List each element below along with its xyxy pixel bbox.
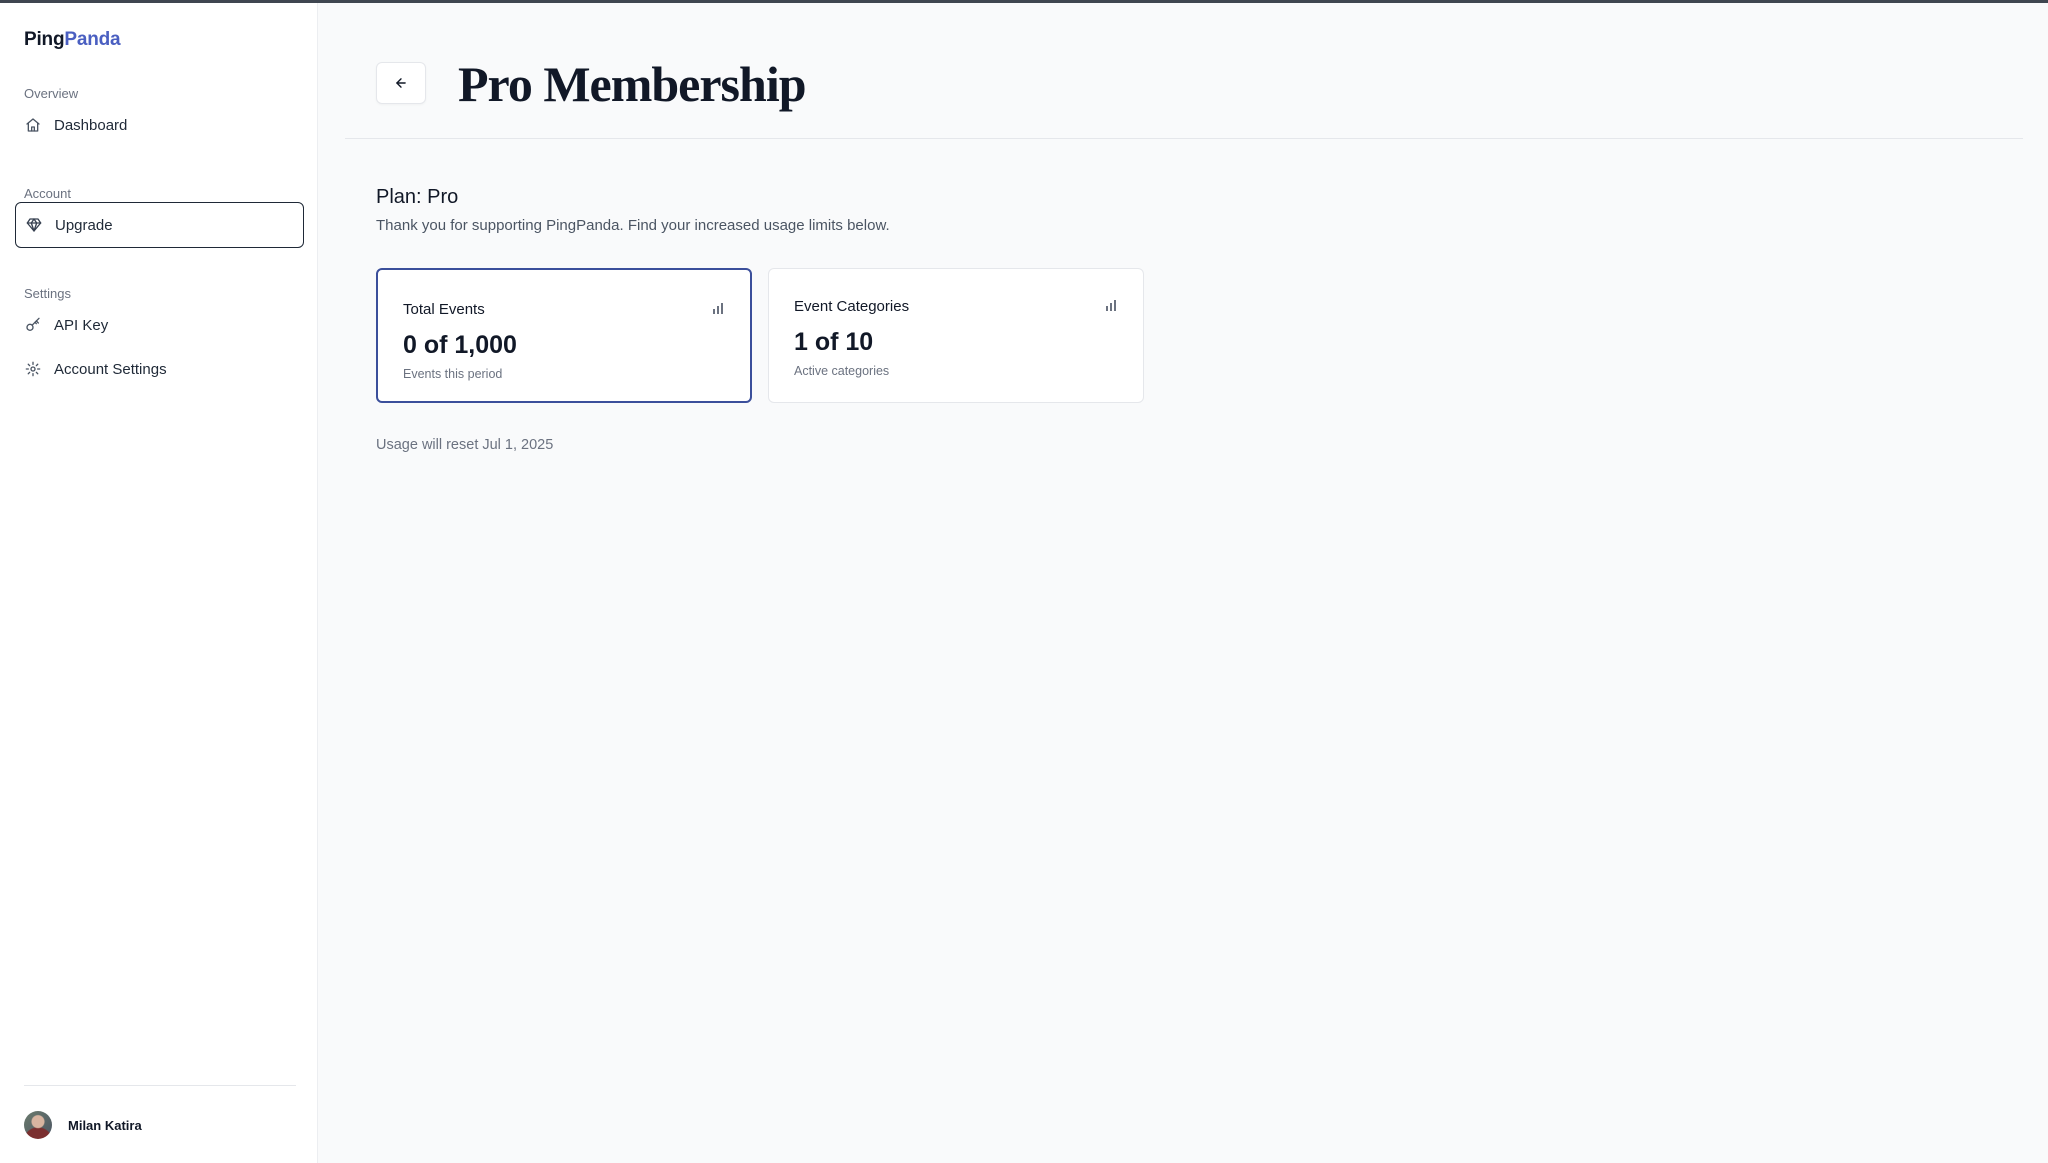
home-icon xyxy=(24,116,42,134)
usage-reset-text: Usage will reset Jul 1, 2025 xyxy=(376,437,554,453)
sidebar-item-label: API Key xyxy=(54,316,109,334)
plan-description: Thank you for supporting PingPanda. Find… xyxy=(376,217,890,234)
sidebar-item-label: Account Settings xyxy=(54,360,167,378)
usage-card-event-categories[interactable]: Event Categories 1 of 10 Active categori… xyxy=(768,268,1144,403)
brand-name-part2: Panda xyxy=(64,29,121,50)
sidebar: PingPanda Overview Dashboard Account Upg… xyxy=(0,3,318,1163)
arrow-left-icon xyxy=(396,78,406,88)
sidebar-item-api-key[interactable]: API Key xyxy=(15,302,304,348)
sidebar-item-dashboard[interactable]: Dashboard xyxy=(15,102,304,148)
card-title: Event Categories xyxy=(794,298,910,315)
gear-icon xyxy=(24,360,42,378)
gem-icon xyxy=(25,216,43,234)
brand-logo[interactable]: PingPanda xyxy=(24,29,121,51)
sidebar-item-label: Dashboard xyxy=(54,116,128,134)
section-label-settings: Settings xyxy=(24,286,71,301)
sidebar-item-upgrade[interactable]: Upgrade xyxy=(15,202,304,248)
sidebar-item-account-settings[interactable]: Account Settings xyxy=(15,346,304,392)
brand-name-part1: Ping xyxy=(24,29,65,50)
avatar xyxy=(24,1111,52,1139)
sidebar-item-label: Upgrade xyxy=(55,216,113,234)
card-title: Total Events xyxy=(403,301,485,318)
section-label-account: Account xyxy=(24,186,71,201)
usage-card-total-events[interactable]: Total Events 0 of 1,000 Events this peri… xyxy=(376,268,752,403)
user-profile[interactable]: Milan Katira xyxy=(24,1111,142,1139)
header-divider xyxy=(345,138,2023,139)
plan-title: Plan: Pro xyxy=(376,186,459,208)
main-content: Pro Membership Plan: Pro Thank you for s… xyxy=(319,3,2048,1163)
key-icon xyxy=(24,316,42,334)
user-name: Milan Katira xyxy=(68,1117,142,1133)
card-value: 1 of 10 xyxy=(794,328,874,356)
card-subtitle: Events this period xyxy=(403,367,503,381)
page-title: Pro Membership xyxy=(458,56,807,112)
back-button[interactable] xyxy=(376,62,426,104)
card-value: 0 of 1,000 xyxy=(403,331,517,359)
bar-chart-icon xyxy=(1106,300,1116,311)
bar-chart-icon xyxy=(713,303,723,314)
sidebar-divider xyxy=(24,1085,296,1086)
card-subtitle: Active categories xyxy=(794,364,890,378)
section-label-overview: Overview xyxy=(24,86,79,101)
